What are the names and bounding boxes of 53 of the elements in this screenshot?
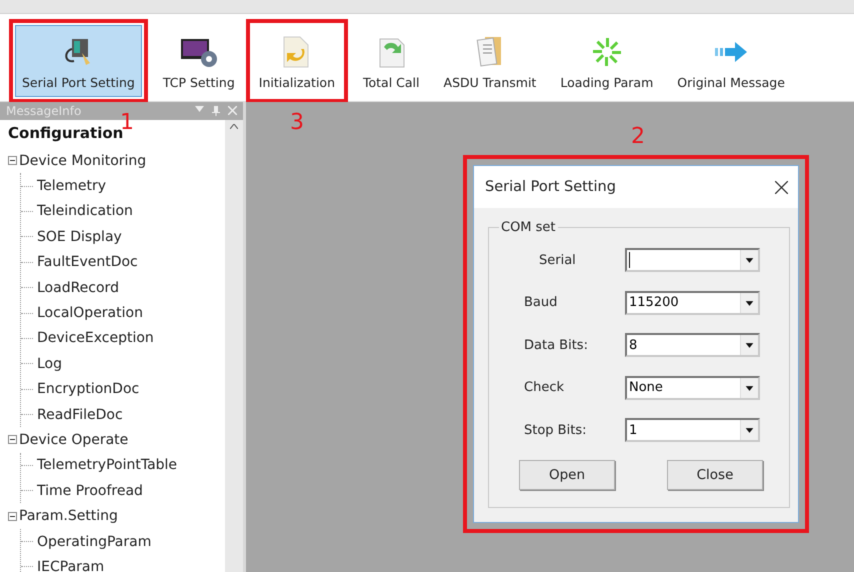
- toolbar-button[interactable]: ASDU Transmit: [436, 25, 544, 97]
- toolbar-button[interactable]: TCP Setting: [156, 25, 242, 97]
- tree-heading: Configuration: [8, 124, 124, 144]
- tree-item[interactable]: TelemetryPointTable: [37, 457, 178, 474]
- collapse-icon[interactable]: [8, 156, 17, 166]
- field-label: Serial: [538, 252, 577, 268]
- toolbar-button[interactable]: Total Call: [356, 25, 427, 97]
- panel-title: MessageInfo: [6, 104, 82, 118]
- collapse-icon[interactable]: [8, 512, 17, 521]
- tree-item[interactable]: Teleindication: [37, 203, 133, 220]
- field-label: Baud: [523, 295, 558, 310]
- toolbar-button[interactable]: Original Message: [670, 25, 792, 97]
- dialog-button[interactable]: Open: [519, 460, 615, 490]
- caret-icon: [740, 292, 758, 313]
- group-label: COM set: [500, 220, 557, 235]
- dropdown-field[interactable]: 8: [625, 333, 760, 358]
- scroll-up-icon[interactable]: [230, 124, 238, 129]
- tree-item[interactable]: Log: [37, 356, 62, 372]
- dropdown-field[interactable]: 1: [625, 418, 760, 442]
- field-label: Stop Bits:: [523, 422, 588, 438]
- caret-icon: [740, 378, 758, 398]
- tree-item[interactable]: Time Proofread: [37, 482, 143, 499]
- tree-item[interactable]: Telemetry: [37, 178, 106, 194]
- annotation-number: 3: [290, 110, 304, 135]
- caret-icon: [740, 335, 758, 356]
- dialog-button[interactable]: Close: [667, 460, 763, 490]
- close-icon[interactable]: [775, 180, 788, 194]
- caret-icon: [740, 250, 758, 270]
- scrollbar[interactable]: [225, 120, 243, 572]
- annotation-number: 2: [631, 124, 645, 149]
- tree-item[interactable]: Device Operate: [19, 432, 128, 448]
- dropdown-field[interactable]: [625, 248, 760, 272]
- dropdown-field[interactable]: 115200: [625, 290, 760, 315]
- tree-item[interactable]: LoadRecord: [37, 280, 119, 296]
- toolbar-button[interactable]: Serial Port Setting: [15, 25, 142, 97]
- tree-item[interactable]: OperatingParam: [37, 534, 152, 550]
- toolbar-button[interactable]: Loading Param: [553, 25, 660, 97]
- collapse-icon[interactable]: [8, 435, 17, 444]
- toolbar-button[interactable]: Initialization: [252, 25, 342, 97]
- tree-item[interactable]: EncryptionDoc: [37, 381, 140, 398]
- dropdown-field[interactable]: None: [625, 376, 760, 400]
- dialog-title: Serial Port Setting: [485, 179, 616, 195]
- tree-item[interactable]: FaultEventDoc: [37, 254, 138, 270]
- tree-item[interactable]: Device Monitoring: [19, 152, 146, 169]
- field-label: Data Bits:: [523, 338, 589, 353]
- tree-item[interactable]: SOE Display: [37, 228, 122, 245]
- field-label: Check: [523, 380, 565, 396]
- tree-item[interactable]: IECParam: [37, 558, 104, 572]
- tree-item[interactable]: ReadFileDoc: [37, 406, 123, 423]
- caret-icon: [740, 420, 758, 440]
- tree-item[interactable]: LocalOperation: [37, 305, 143, 322]
- tree-item[interactable]: DeviceException: [37, 330, 154, 346]
- tree-item[interactable]: Param.Setting: [19, 508, 118, 524]
